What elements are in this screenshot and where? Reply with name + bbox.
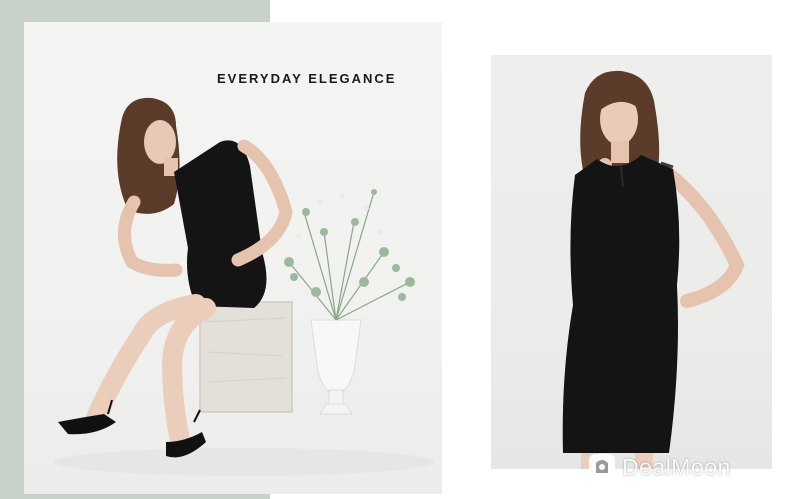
photo-seated-model: EVERYDAY ELEGANCE [24,22,442,494]
standing-model-illustration [562,70,745,469]
dealmoon-logo-icon [589,454,615,480]
stone-pedestal [199,301,293,413]
watermark-brand-text: DealMoon [622,453,731,480]
lookbook-page: EVERYDAY ELEGANCE DealMoon [0,0,800,499]
white-vase [310,319,362,415]
dealmoon-watermark: DealMoon [588,452,731,482]
campaign-headline: EVERYDAY ELEGANCE [217,71,397,86]
photo-standing-model [491,55,772,469]
seated-model-illustration [54,97,434,476]
